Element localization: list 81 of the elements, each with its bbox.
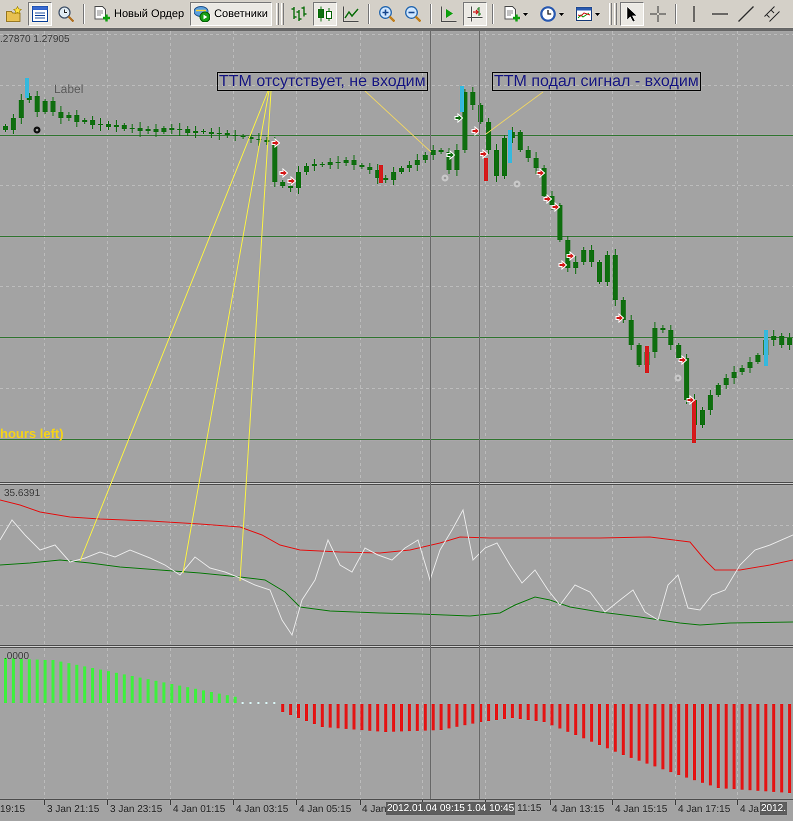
signal-bar xyxy=(508,130,512,163)
time-label: 3 Jan 23:15 xyxy=(110,804,162,815)
bar-chart-icon xyxy=(290,6,307,22)
autoscroll-icon xyxy=(466,6,483,22)
time-marker-label: 1.04 10:45 xyxy=(466,802,516,815)
toolbar-button[interactable]: Новый Ордер xyxy=(90,2,188,26)
arrow-marker-icon xyxy=(288,176,296,186)
document-plus-icon xyxy=(504,6,520,22)
line-chart-icon xyxy=(342,6,359,22)
caret-icon xyxy=(594,12,600,16)
toolbar-button[interactable] xyxy=(620,2,644,26)
vertical-line-icon xyxy=(692,6,695,22)
time-label: 4 Jan 01:15 xyxy=(173,804,226,815)
circle-marker-icon xyxy=(674,374,682,382)
arrow-marker-icon xyxy=(552,202,560,212)
play-icon xyxy=(194,6,210,22)
trendline-icon xyxy=(738,6,754,22)
clock-icon xyxy=(540,6,556,22)
time-label: 4 Ja xyxy=(740,804,759,815)
time-marker-label: 2012.01.04 09:15 xyxy=(386,802,466,815)
indicator-value: .0000 xyxy=(4,651,30,662)
arrow-marker-icon xyxy=(280,168,288,178)
channel-icon xyxy=(764,6,780,22)
toolbar-button[interactable] xyxy=(312,2,337,26)
annotation-label: ТТМ подал сигнал - входим xyxy=(492,72,701,91)
toolbar-button[interactable] xyxy=(462,2,487,26)
signal-bar xyxy=(379,165,383,183)
indicator-value: 35.6391 xyxy=(4,488,40,499)
signal-bar xyxy=(692,400,696,443)
chart-window-icon xyxy=(576,6,592,22)
time-label: 4 Jan 03:15 xyxy=(236,804,288,815)
price-text: .27870 1.27905 xyxy=(0,34,70,45)
signal-bar xyxy=(645,346,649,373)
arrow-marker-icon xyxy=(480,148,488,160)
zoom-out-icon xyxy=(404,6,421,22)
status-text: hours left) xyxy=(0,426,64,441)
magnifier-icon xyxy=(58,6,74,22)
time-label: 3 Jan 21:15 xyxy=(47,804,100,815)
toolbar-button[interactable] xyxy=(28,2,52,26)
time-label: 4 Jan 15:15 xyxy=(615,804,668,815)
candlestick-icon xyxy=(316,6,333,22)
arrow-marker-icon xyxy=(678,354,688,366)
caret-icon xyxy=(558,12,564,16)
arrow-marker-icon xyxy=(558,260,568,270)
leader-line xyxy=(364,90,432,152)
time-label: 4 Jan 17:15 xyxy=(678,804,730,815)
arrow-marker-icon xyxy=(446,150,456,160)
crosshair-icon xyxy=(650,6,666,22)
caret-icon xyxy=(522,12,528,16)
time-label: 4 Jan 13:15 xyxy=(552,804,604,815)
toolbar-button[interactable]: Советники xyxy=(190,2,272,26)
arrow-marker-icon xyxy=(454,112,464,124)
circle-marker-icon xyxy=(514,180,520,188)
leader-line xyxy=(486,92,544,134)
chart-label: Label xyxy=(54,82,84,96)
time-marker-label: 2012. xyxy=(760,802,788,815)
signal-bar xyxy=(764,330,768,366)
document-plus-icon xyxy=(94,6,110,22)
arrow-marker-icon xyxy=(686,394,696,406)
arrow-marker-icon xyxy=(472,126,480,136)
folder-star-icon xyxy=(6,6,22,22)
arrow-marker-icon xyxy=(544,194,552,204)
signal-bar xyxy=(484,158,488,181)
zoom-in-icon xyxy=(378,6,395,22)
signal-bar xyxy=(460,86,464,112)
arrow-marker-icon xyxy=(616,312,624,324)
arrow-marker-icon xyxy=(272,138,280,148)
annotation-label: ТТМ отсутствует, не входим xyxy=(217,72,428,91)
horizontal-line-icon xyxy=(712,13,728,15)
chart-shift-icon xyxy=(440,6,457,22)
signal-bar xyxy=(25,78,29,98)
circle-marker-icon xyxy=(34,126,40,134)
time-label: 4 Jan xyxy=(362,804,386,815)
arrow-marker-icon xyxy=(536,168,546,178)
cursor-icon xyxy=(624,6,640,22)
circle-marker-icon xyxy=(442,174,448,182)
arrow-marker-icon xyxy=(566,250,576,262)
time-label: 4 Jan 05:15 xyxy=(299,804,352,815)
list-icon xyxy=(32,6,48,22)
time-label: 11:15 xyxy=(517,803,542,814)
time-label: 19:15 xyxy=(0,804,26,815)
